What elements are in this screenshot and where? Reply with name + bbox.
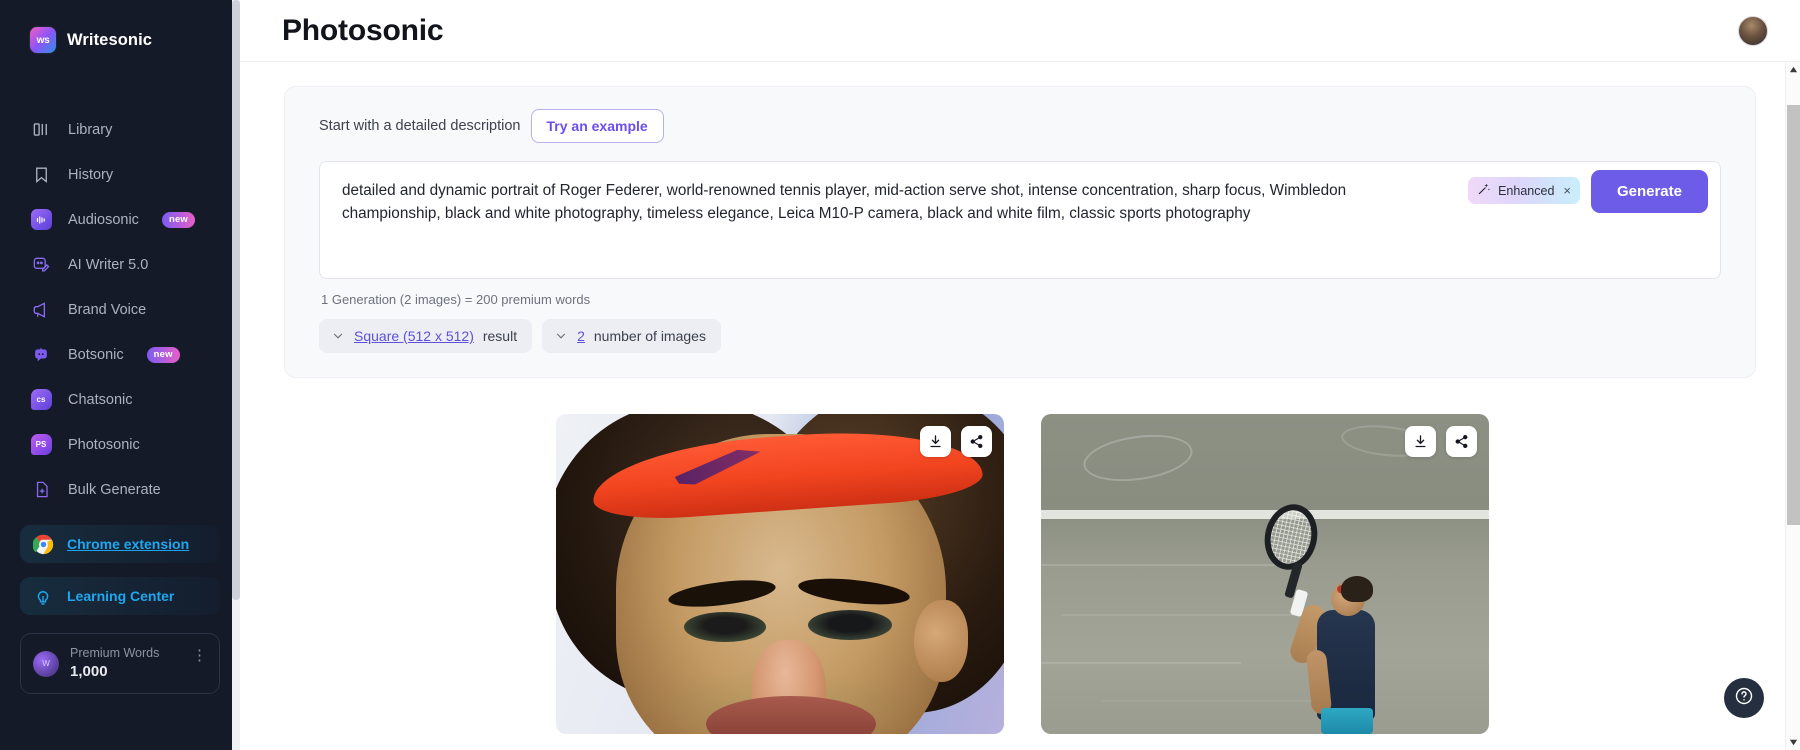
brand[interactable]: ws Writesonic [0, 0, 240, 60]
question-mark-icon [1734, 686, 1754, 711]
number-of-images-suffix: number of images [593, 328, 706, 344]
megaphone-icon [30, 299, 52, 321]
aspect-ratio-suffix: result [482, 328, 518, 344]
prompt-input-value[interactable]: detailed and dynamic portrait of Roger F… [342, 180, 1412, 226]
prompt-textarea[interactable]: detailed and dynamic portrait of Roger F… [319, 161, 1721, 279]
prompt-panel: Start with a detailed description Try an… [284, 86, 1756, 378]
help-button[interactable] [1724, 678, 1764, 718]
image-actions [919, 426, 992, 457]
audiosonic-icon [30, 209, 52, 231]
page-title: Photosonic [282, 13, 444, 47]
sidebar-item-label: Bulk Generate [68, 481, 161, 498]
new-badge: new [161, 211, 196, 228]
prompt-hint-row: Start with a detailed description Try an… [319, 109, 1721, 143]
sidebar-item-bulk-generate[interactable]: Bulk Generate [20, 472, 220, 507]
magic-wand-icon [1477, 182, 1491, 199]
page-scrollbar[interactable] [1785, 62, 1800, 750]
download-icon[interactable] [919, 426, 951, 457]
chevron-down-icon [331, 329, 345, 343]
download-icon[interactable] [1404, 426, 1436, 457]
promo-label: Learning Center [67, 588, 175, 604]
avatar[interactable] [1738, 15, 1768, 46]
scroll-up-arrow-icon[interactable] [1786, 62, 1800, 77]
lightbulb-icon [32, 585, 54, 607]
sidebar-item-label: Brand Voice [68, 301, 147, 318]
sidebar-item-library[interactable]: Library [20, 112, 220, 147]
sidebar-item-brand-voice[interactable]: Brand Voice [20, 292, 220, 327]
sidebar-item-photosonic[interactable]: PS Photosonic [20, 427, 220, 462]
close-icon[interactable]: × [1563, 183, 1571, 198]
library-icon [30, 119, 52, 141]
result-image-card[interactable] [1040, 414, 1489, 734]
sidebar-item-label: Library [68, 121, 113, 138]
learning-center-button[interactable]: Learning Center [20, 577, 220, 615]
sidebar-item-label: Audiosonic [68, 211, 139, 228]
sidebar-item-label: AI Writer 5.0 [68, 256, 149, 273]
sidebar-item-label: Chatsonic [68, 391, 133, 408]
scroll-down-arrow-icon[interactable] [1786, 735, 1800, 750]
content-area: Start with a detailed description Try an… [240, 62, 1800, 750]
sidebar-item-ai-writer[interactable]: AI Writer 5.0 [20, 247, 220, 282]
number-of-images-select[interactable]: 2 number of images [542, 319, 721, 353]
photosonic-icon: PS [30, 434, 52, 456]
chrome-icon [32, 533, 54, 555]
enhanced-badge-label: Enhanced [1498, 183, 1555, 198]
sidebar-scrollbar-thumb[interactable] [232, 0, 240, 600]
premium-words-label: Premium Words [70, 646, 160, 660]
premium-avatar-icon: W [33, 650, 59, 677]
cost-note: 1 Generation (2 images) = 200 premium wo… [321, 292, 591, 307]
main-area: Photosonic Start with a detailed descrip… [240, 0, 1800, 750]
try-an-example-button[interactable]: Try an example [530, 109, 664, 143]
sidebar-item-label: Photosonic [68, 436, 140, 453]
generation-options: Square (512 x 512) result 2 number of im… [319, 319, 1721, 353]
sidebar-item-label: Botsonic [68, 346, 124, 363]
number-of-images-value: 2 [577, 328, 585, 344]
ai-writer-icon [30, 254, 52, 276]
prompt-hint-text: Start with a detailed description [319, 118, 521, 134]
image-actions [1404, 426, 1477, 457]
results-grid [284, 414, 1760, 734]
sidebar-item-audiosonic[interactable]: Audiosonic new [20, 202, 220, 237]
sidebar-item-chatsonic[interactable]: cs Chatsonic [20, 382, 220, 417]
app-root: ws Writesonic Library History Audiosonic… [0, 0, 1800, 750]
writesonic-logo-icon: ws [30, 27, 56, 53]
premium-words-card[interactable]: W Premium Words 1,000 ⋮ [20, 633, 220, 695]
new-badge: new [146, 346, 180, 363]
generated-image [1040, 414, 1489, 734]
chrome-extension-button[interactable]: Chrome extension [20, 525, 220, 563]
bot-icon [30, 344, 52, 366]
sidebar-promos: Chrome extension Learning Center [0, 525, 240, 615]
brand-name: Writesonic [67, 30, 153, 49]
sidebar-nav: Library History Audiosonic new AI Writer… [0, 112, 240, 507]
aspect-ratio-value: Square (512 x 512) [354, 328, 474, 344]
share-icon[interactable] [1445, 426, 1477, 457]
sidebar-item-history[interactable]: History [20, 157, 220, 192]
kebab-menu-icon[interactable]: ⋮ [192, 648, 207, 663]
chatsonic-icon: cs [30, 389, 52, 411]
chevron-down-icon [554, 329, 568, 343]
generate-button[interactable]: Generate [1590, 170, 1708, 213]
page-scrollbar-track[interactable] [1786, 77, 1800, 735]
page-scrollbar-thumb[interactable] [1787, 105, 1800, 525]
enhanced-badge: Enhanced × [1468, 177, 1580, 204]
sidebar: ws Writesonic Library History Audiosonic… [0, 0, 240, 750]
promo-label: Chrome extension [67, 536, 190, 552]
share-icon[interactable] [960, 426, 992, 457]
logo-text: ws [36, 34, 50, 46]
sidebar-item-label: History [68, 166, 114, 183]
aspect-ratio-select[interactable]: Square (512 x 512) result [319, 319, 533, 353]
result-image-card[interactable] [555, 414, 1004, 734]
sidebar-scrollbar[interactable] [232, 0, 240, 750]
bookmark-icon [30, 164, 52, 186]
top-bar: Photosonic [240, 0, 1800, 62]
file-plus-icon [30, 479, 52, 501]
generated-image [555, 414, 1004, 734]
premium-words-value: 1,000 [70, 662, 108, 680]
sidebar-item-botsonic[interactable]: Botsonic new [20, 337, 220, 372]
